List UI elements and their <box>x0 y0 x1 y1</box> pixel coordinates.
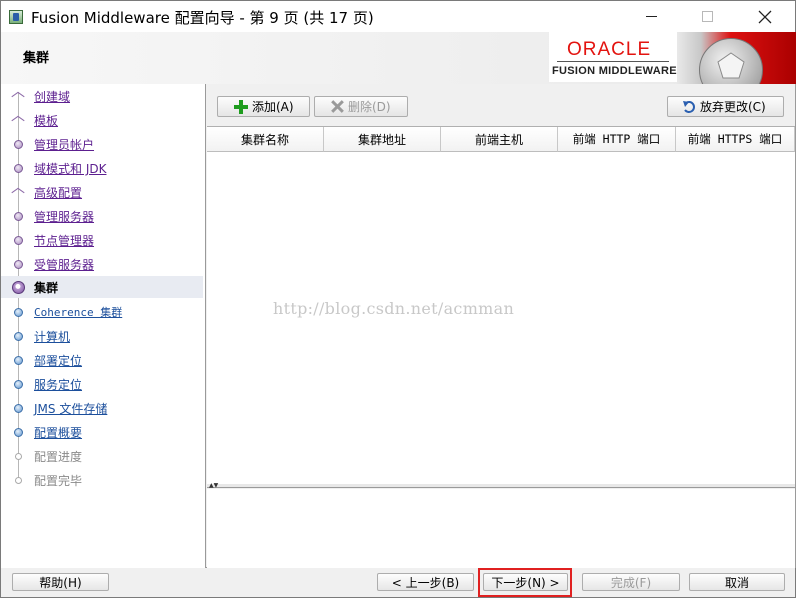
nav-step-managed-servers[interactable]: 受管服务器 <box>1 253 203 275</box>
pending-node-icon <box>14 308 23 317</box>
visited-node-icon <box>14 164 23 173</box>
visited-node-icon <box>14 236 23 245</box>
pending-node-icon <box>14 380 23 389</box>
finish-button[interactable]: 完成(F) <box>582 573 680 591</box>
delete-button[interactable]: 删除(D) <box>314 96 408 117</box>
logo-divider <box>557 61 669 62</box>
branch-node-icon <box>12 116 24 124</box>
nav-step-admin-server[interactable]: 管理服务器 <box>1 205 203 227</box>
nav-step-coherence-clusters[interactable]: Coherence 集群 <box>1 301 203 323</box>
column-header-frontend-https-port[interactable]: 前端 HTTPS 端口 <box>676 127 795 152</box>
table-toolbar: 添加(A) 删除(D) 放弃更改(C) <box>206 92 795 118</box>
help-button[interactable]: 帮助(H) <box>12 573 109 591</box>
plus-icon <box>234 99 248 114</box>
disabled-node-icon <box>15 453 22 460</box>
discard-changes-button[interactable]: 放弃更改(C) <box>667 96 784 117</box>
cancel-button[interactable]: 取消 <box>689 573 785 591</box>
nav-step-config-summary[interactable]: 配置概要 <box>1 421 203 443</box>
watermark-text: http://blog.csdn.net/acmman <box>273 299 515 318</box>
maximize-button[interactable] <box>684 1 730 32</box>
nav-step-label: 服务定位 <box>34 378 83 392</box>
delete-button-label: 删除(D) <box>348 100 391 114</box>
wizard-header: 集群 ORACLE FUSION MIDDLEWARE <box>0 32 796 84</box>
minimize-icon <box>645 16 657 17</box>
oracle-logo: ORACLE FUSION MIDDLEWARE <box>549 32 677 82</box>
nav-step-label: 节点管理器 <box>34 234 95 248</box>
back-button[interactable]: < 上一步(B) <box>377 573 474 591</box>
nav-step-clusters[interactable]: 集群 <box>1 276 203 298</box>
branch-node-icon <box>12 188 24 196</box>
close-icon <box>758 10 772 23</box>
wizard-steps-nav: 创建域 模板 管理员帐户 域模式和 JDK 高级配置 管理服务器 节点管理器 受… <box>0 84 203 568</box>
nav-step-templates[interactable]: 模板 <box>1 109 203 131</box>
nav-step-label: 配置完毕 <box>34 474 83 488</box>
cluster-panel: 添加(A) 删除(D) 放弃更改(C) 集群名称 集群地址 前端主机 前端 HT… <box>205 84 796 568</box>
nav-step-machines[interactable]: 计算机 <box>1 325 203 347</box>
nav-step-jms-file-stores[interactable]: JMS 文件存储 <box>1 397 203 419</box>
nav-step-node-manager[interactable]: 节点管理器 <box>1 229 203 251</box>
maximize-icon <box>701 11 713 22</box>
cluster-table: 集群名称 集群地址 前端主机 前端 HTTP 端口 前端 HTTPS 端口 ht… <box>207 126 795 484</box>
add-button-label: 添加(A) <box>252 100 294 114</box>
nav-step-label: Coherence 集群 <box>34 306 123 319</box>
nav-step-service-targeting[interactable]: 服务定位 <box>1 373 203 395</box>
nav-step-label: 管理服务器 <box>34 210 95 224</box>
nav-step-label: 模板 <box>34 114 59 128</box>
nav-step-label: JMS 文件存储 <box>34 402 108 416</box>
visited-node-icon <box>14 140 23 149</box>
nav-step-admin-account[interactable]: 管理员帐户 <box>1 133 203 155</box>
nav-step-config-complete: 配置完毕 <box>1 469 203 491</box>
product-logo-text: FUSION MIDDLEWARE <box>552 65 677 77</box>
minimize-button[interactable] <box>628 1 674 32</box>
branch-node-icon <box>12 92 24 100</box>
pending-node-icon <box>14 356 23 365</box>
nav-step-label: 计算机 <box>34 330 71 344</box>
oracle-logo-text: ORACLE <box>567 39 652 60</box>
column-header-cluster-name[interactable]: 集群名称 <box>207 127 324 152</box>
current-node-icon <box>12 281 25 294</box>
app-icon <box>9 10 23 24</box>
nav-step-label: 受管服务器 <box>34 258 95 272</box>
nav-step-advanced-config[interactable]: 高级配置 <box>1 181 203 203</box>
pentagon-badge-icon <box>699 38 763 84</box>
nav-step-label: 配置概要 <box>34 426 83 440</box>
nav-step-label: 管理员帐户 <box>34 138 95 152</box>
discard-button-label: 放弃更改(C) <box>700 100 766 114</box>
column-header-cluster-address[interactable]: 集群地址 <box>324 127 441 152</box>
nav-step-create-domain[interactable]: 创建域 <box>1 85 203 107</box>
next-button[interactable]: 下一步(N) > <box>483 573 568 591</box>
wizard-footer: 帮助(H) < 上一步(B) 下一步(N) > 完成(F) 取消 <box>0 568 796 598</box>
nav-step-label: 创建域 <box>34 90 71 104</box>
nav-step-config-progress: 配置进度 <box>1 445 203 467</box>
nav-step-deployment-targeting[interactable]: 部署定位 <box>1 349 203 371</box>
detail-pane <box>207 489 795 568</box>
nav-step-label: 部署定位 <box>34 354 83 368</box>
table-header: 集群名称 集群地址 前端主机 前端 HTTP 端口 前端 HTTPS 端口 <box>207 127 795 152</box>
page-title: 集群 <box>23 51 50 66</box>
nav-step-label: 高级配置 <box>34 186 83 200</box>
nav-step-label: 集群 <box>34 281 59 295</box>
column-header-frontend-http-port[interactable]: 前端 HTTP 端口 <box>558 127 676 152</box>
delete-x-icon <box>331 100 344 113</box>
visited-node-icon <box>14 212 23 221</box>
pending-node-icon <box>14 404 23 413</box>
disabled-node-icon <box>15 477 22 484</box>
undo-icon <box>683 100 695 113</box>
nav-step-label: 域模式和 JDK <box>34 162 107 176</box>
visited-node-icon <box>14 260 23 269</box>
splitter-arrows-icon: ▲▼ <box>209 482 219 489</box>
pending-node-icon <box>14 332 23 341</box>
window-title: Fusion Middleware 配置向导 - 第 9 页 (共 17 页) <box>31 9 374 27</box>
add-button[interactable]: 添加(A) <box>217 96 310 117</box>
column-header-frontend-host[interactable]: 前端主机 <box>441 127 558 152</box>
pane-splitter[interactable]: ▲▼ <box>207 482 795 489</box>
nav-step-label: 配置进度 <box>34 450 83 464</box>
close-button[interactable] <box>742 1 788 32</box>
pending-node-icon <box>14 428 23 437</box>
brand-banner <box>677 32 796 84</box>
nav-step-domain-mode-jdk[interactable]: 域模式和 JDK <box>1 157 203 179</box>
title-bar: Fusion Middleware 配置向导 - 第 9 页 (共 17 页) <box>0 0 796 32</box>
